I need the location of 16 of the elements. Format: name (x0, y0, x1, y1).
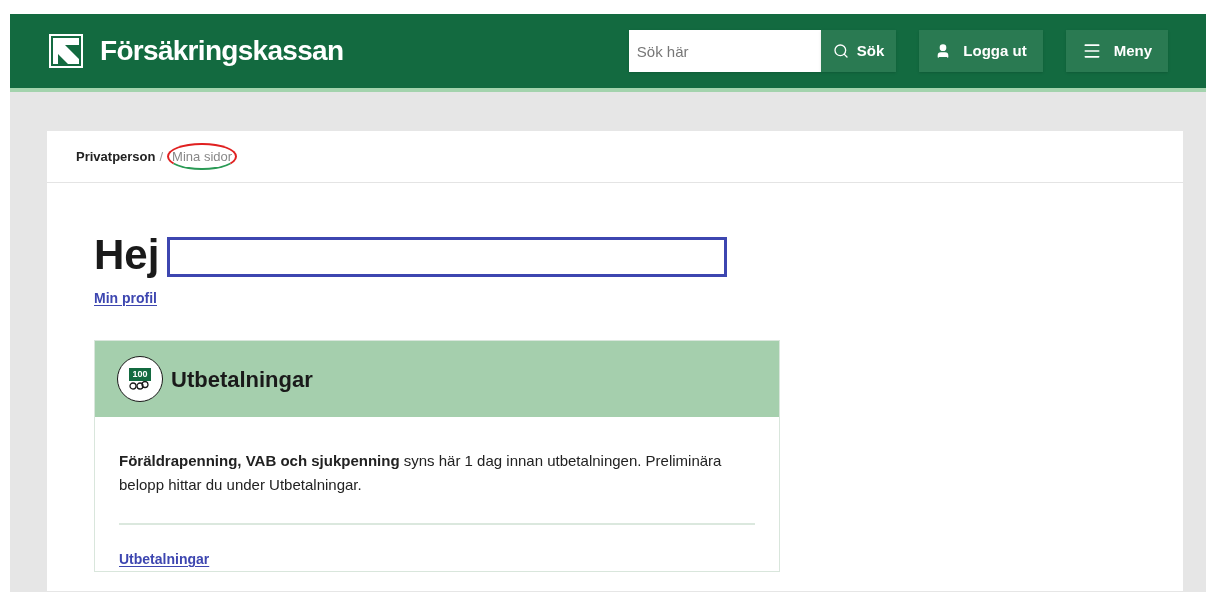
profile-link[interactable]: Min profil (94, 288, 157, 309)
search-button[interactable]: Sök (820, 30, 897, 72)
card-text: Föräldrapenning, VAB och sjukpenning syns här 1 dag innan utbetalningen. Preliminära belopp hittar du under Utbetalningar. (119, 451, 723, 495)
search-icon (832, 43, 849, 59)
money-icon: 100 (117, 356, 163, 402)
payments-link[interactable]: Utbetalningar (119, 549, 210, 570)
greeting-heading: Hej (94, 234, 160, 276)
card-title: Utbetalningar (171, 365, 313, 394)
brand-name: Försäkringskassan (100, 34, 344, 68)
breadcrumb-link[interactable]: Mina sidor (167, 142, 238, 171)
breadcrumb-separator: / (159, 147, 164, 166)
search-field[interactable]: Sök här (628, 30, 821, 72)
logo-icon (48, 33, 84, 69)
breadcrumb-link[interactable]: Privatperson (76, 146, 156, 167)
logout-button[interactable]: Logga ut (919, 30, 1043, 72)
menu-button[interactable]: Meny (1065, 30, 1168, 72)
